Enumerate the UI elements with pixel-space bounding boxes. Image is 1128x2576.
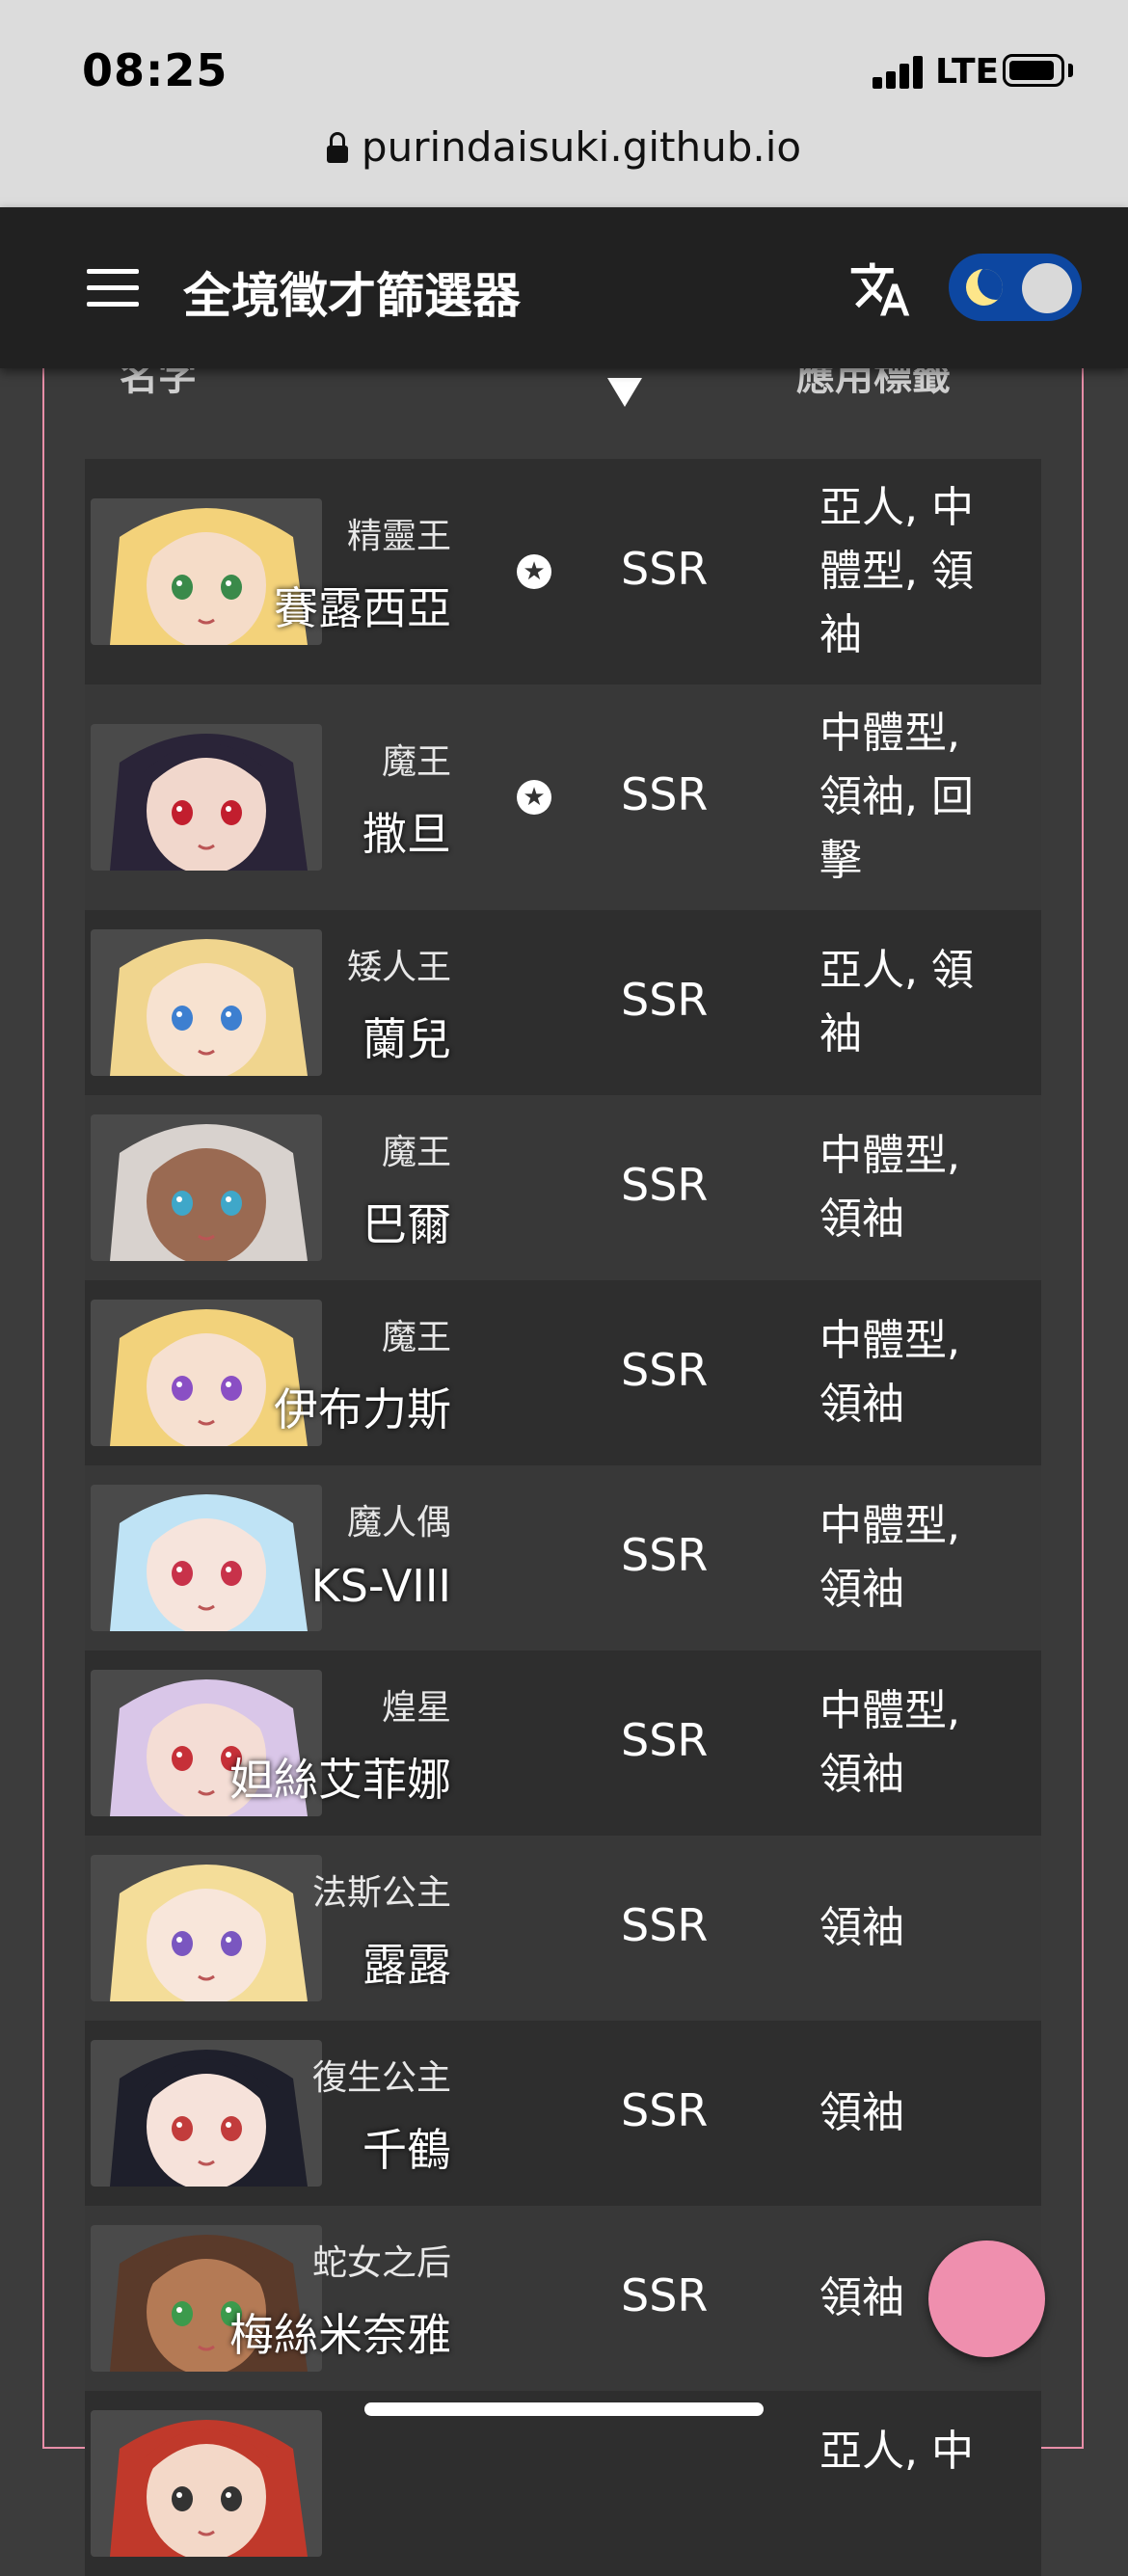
table-row[interactable]: 蛇女之后 梅絲米奈雅 SSR 領袖 xyxy=(85,2206,1041,2391)
character-name: 蘭兒 xyxy=(363,1013,451,1065)
rarity-label: SSR xyxy=(621,543,709,595)
character-portrait xyxy=(91,1114,322,1261)
character-name: 巴爾 xyxy=(363,1198,451,1250)
character-name: 梅絲米奈雅 xyxy=(229,2309,451,2361)
status-bar: 08:25 LTE purindaisuki.github.io xyxy=(0,0,1128,207)
character-name: 撒旦 xyxy=(363,808,451,860)
rarity-label: SSR xyxy=(621,1714,709,1766)
character-name: 賽露西亞 xyxy=(274,582,451,634)
character-title: 魔王 xyxy=(381,742,451,782)
character-name: 千鶴 xyxy=(363,2124,451,2176)
rarity-label: SSR xyxy=(621,1344,709,1396)
translate-icon[interactable] xyxy=(848,257,912,321)
menu-icon[interactable] xyxy=(87,269,139,308)
character-portrait xyxy=(91,2410,322,2557)
character-portrait xyxy=(91,724,322,871)
app-bar: 全境徵才篩選器 xyxy=(0,207,1128,368)
tags-label: 中體型, 領袖 xyxy=(819,1686,960,1799)
rarity-label: SSR xyxy=(621,2269,709,2321)
table-row[interactable]: 魔人偶 KS-VIII SSR 中體型, 領袖 xyxy=(85,1465,1041,1650)
signal-icon xyxy=(873,54,927,89)
character-title: 法斯公主 xyxy=(311,1873,451,1913)
character-name: 伊布力斯 xyxy=(274,1383,451,1436)
tags-label: 領袖 xyxy=(819,1903,904,1952)
character-title: 魔王 xyxy=(381,1133,451,1172)
results-table: 精靈王 賽露西亞 ★ SSR 亞人, 中體型, 領袖 魔王 撒旦 ★ SSR 中體型, 領袖, 回… xyxy=(85,459,1041,2576)
character-name: 露露 xyxy=(363,1939,451,1991)
character-name: 妲絲艾菲娜 xyxy=(229,1754,451,1806)
character-title: 蛇女之后 xyxy=(311,2243,451,2283)
network-type: LTE xyxy=(935,52,1000,92)
character-portrait xyxy=(91,1485,322,1631)
table-row[interactable]: 精靈王賽露西亞 ★ SSR 亞人, 中體型, 領袖 xyxy=(85,459,1041,684)
character-title: 魔人偶 xyxy=(346,1503,451,1543)
theme-toggle[interactable] xyxy=(949,254,1082,321)
tags-label: 中體型, 領袖, 回擊 xyxy=(819,709,974,885)
character-title: 精靈王 xyxy=(346,517,451,556)
character-portrait xyxy=(91,2040,322,2187)
rarity-label: SSR xyxy=(621,1529,709,1581)
rarity-label: SSR xyxy=(621,768,709,820)
app-title: 全境徵才篩選器 xyxy=(183,268,521,324)
character-portrait xyxy=(91,1855,322,2001)
star-icon[interactable]: ★ xyxy=(517,780,551,815)
status-time: 08:25 xyxy=(82,44,228,96)
character-title: 矮人王 xyxy=(346,948,451,987)
table-row[interactable]: 復生公主千鶴 SSR 領袖 xyxy=(85,2021,1041,2206)
lock-icon xyxy=(326,132,348,163)
home-indicator xyxy=(364,2402,764,2416)
moon-icon xyxy=(966,269,1003,306)
tags-label: 中體型, 領袖 xyxy=(819,1316,960,1429)
battery-cap xyxy=(1068,64,1073,77)
url-text: purindaisuki.github.io xyxy=(361,123,802,171)
character-title: 煌星 xyxy=(381,1688,451,1728)
table-row[interactable]: 魔王撒旦 ★ SSR 中體型, 領袖, 回擊 xyxy=(85,684,1041,910)
filter-fab-button[interactable] xyxy=(928,2241,1045,2357)
rarity-label: SSR xyxy=(621,974,709,1026)
rarity-label: SSR xyxy=(621,2084,709,2136)
table-row[interactable]: 矮人王蘭兒 SSR 亞人, 領袖 xyxy=(85,910,1041,1095)
star-icon[interactable]: ★ xyxy=(517,554,551,589)
character-title: 魔王 xyxy=(381,1318,451,1357)
tags-label: 領袖 xyxy=(819,2088,904,2137)
tags-label: 亞人, 領袖 xyxy=(819,946,974,1059)
tags-label: 亞人, 中體型, 領袖 xyxy=(819,483,974,659)
tags-label: 亞人, 中 xyxy=(819,2427,974,2476)
table-row[interactable]: 魔王伊布力斯 SSR 中體型, 領袖 xyxy=(85,1280,1041,1465)
character-name: KS-VIII xyxy=(310,1560,451,1612)
table-row[interactable]: 煌星妲絲艾菲娜 SSR 中體型, 領袖 xyxy=(85,1650,1041,1836)
character-title: 復生公主 xyxy=(311,2058,451,2098)
rarity-label: SSR xyxy=(621,1159,709,1211)
table-row[interactable]: 亞人, 中 xyxy=(85,2391,1041,2576)
toggle-knob xyxy=(1022,263,1072,313)
table-row[interactable]: 法斯公主露露 SSR 領袖 xyxy=(85,1836,1041,2021)
sort-descending-icon[interactable] xyxy=(607,378,642,407)
battery-icon xyxy=(1003,54,1064,87)
results-panel: 名字 應用標籤 精靈王 賽露西亞 ★ SSR 亞人, 中體型, 領袖 魔王 撒旦 ★ SSR 中體… xyxy=(42,289,1084,2576)
url-bar[interactable]: purindaisuki.github.io xyxy=(0,123,1128,171)
tags-label: 中體型, 領袖 xyxy=(819,1131,960,1244)
character-portrait xyxy=(91,929,322,1076)
tags-label: 中體型, 領袖 xyxy=(819,1501,960,1614)
rarity-label: SSR xyxy=(621,1899,709,1951)
table-row[interactable]: 魔王巴爾 SSR 中體型, 領袖 xyxy=(85,1095,1041,1280)
